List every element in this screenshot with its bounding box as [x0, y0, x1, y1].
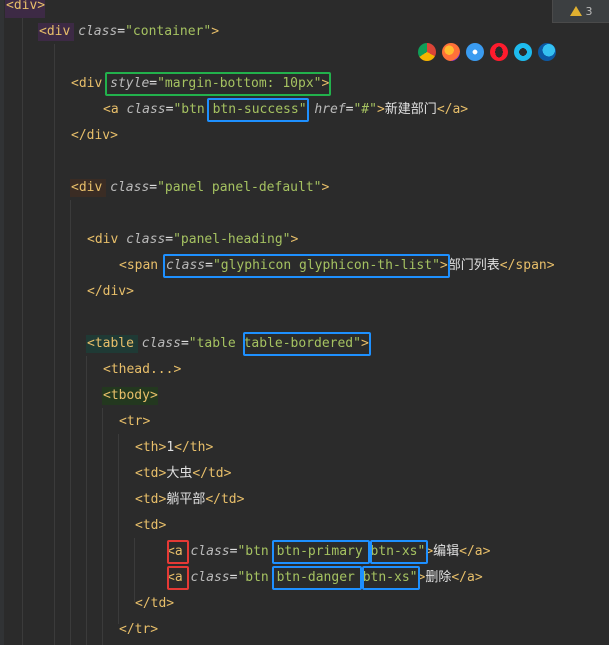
attr-value: "#" — [353, 102, 377, 117]
tag: <th> — [135, 440, 167, 455]
tag: <table — [87, 336, 142, 351]
attr-name: class — [182, 570, 230, 585]
attr-name: class — [110, 180, 150, 195]
tag: > — [321, 180, 330, 195]
attr-value: "panel panel-default" — [157, 180, 322, 195]
ie-icon[interactable] — [514, 43, 532, 61]
code-line-21[interactable]: </tr> — [119, 617, 158, 643]
tag: </a> — [451, 570, 483, 585]
annotation-box-btn-xs — [370, 540, 428, 564]
code-line-17[interactable]: <td> — [135, 513, 166, 539]
indent-guide — [102, 408, 103, 645]
tag: > — [211, 24, 220, 39]
attr-value: "btn — [237, 544, 277, 559]
tag: </tr> — [119, 622, 159, 637]
firefox-icon[interactable] — [442, 43, 460, 61]
text-content: 大虫 — [166, 466, 193, 481]
tag: <span — [119, 258, 166, 273]
tag: <a — [103, 102, 127, 117]
code-line-16[interactable]: <td>躺平部</td> — [135, 487, 244, 513]
tag: </a> — [459, 544, 491, 559]
tag: </th> — [174, 440, 214, 455]
annotation-box-a-tag — [167, 566, 189, 590]
indent-guide — [22, 18, 23, 645]
code-line-1[interactable]: <div> — [6, 0, 45, 19]
indent-guide — [86, 356, 87, 645]
equals: = — [180, 336, 189, 351]
attr-name: href — [306, 102, 346, 117]
equals: = — [117, 24, 126, 39]
editor-gutter — [0, 0, 4, 645]
annotation-box-btn-xs — [362, 566, 420, 590]
tag: <tr> — [119, 414, 151, 429]
tag: </td> — [135, 596, 175, 611]
text-content: 编辑 — [433, 544, 460, 559]
tag: <td> — [135, 492, 167, 507]
tag: > — [376, 102, 385, 117]
code-line-14[interactable]: <th>1</th> — [135, 435, 213, 461]
warnings-indicator[interactable]: 3 — [552, 0, 609, 23]
tag: <div — [87, 232, 127, 247]
text-content: 躺平部 — [166, 492, 206, 507]
tag: </td> — [192, 466, 232, 481]
annotation-box-a-tag — [167, 540, 189, 564]
annotation-box-glyphicon — [163, 254, 450, 278]
browser-preview-bar — [418, 41, 556, 63]
edge-icon[interactable] — [538, 43, 556, 61]
annotation-box-table-bordered — [243, 332, 371, 356]
tag: <div — [71, 180, 111, 195]
warnings-count: 3 — [585, 4, 593, 18]
text-content: 部门列表 — [447, 258, 500, 273]
safari-icon[interactable] — [466, 43, 484, 61]
tag: </span> — [499, 258, 555, 273]
tag: > — [290, 232, 299, 247]
attr-name: class — [78, 24, 118, 39]
attr-value: "table — [188, 336, 244, 351]
attr-name: class — [141, 336, 181, 351]
chrome-icon[interactable] — [418, 43, 436, 61]
warning-icon — [569, 6, 582, 16]
annotation-box-btn-success — [207, 98, 309, 122]
folded-tag[interactable]: <thead...> — [103, 362, 181, 377]
attr-value: "panel-heading" — [173, 232, 291, 247]
indent-guide — [70, 200, 71, 645]
tag: </td> — [205, 492, 245, 507]
attr-value: "btn — [237, 570, 277, 585]
indent-guide — [54, 44, 55, 645]
attr-value: "container" — [125, 24, 212, 39]
code-line-2[interactable]: <div class="container"> — [39, 19, 219, 45]
attr-name: class — [126, 232, 166, 247]
annotation-box-btn-primary — [272, 540, 370, 564]
tag: <div> — [6, 0, 46, 13]
indent-guide — [118, 434, 119, 624]
code-line-12[interactable]: <tbody> — [103, 383, 158, 409]
code-line-6[interactable]: <div class="panel panel-default"> — [71, 175, 329, 201]
tag: <td> — [135, 466, 167, 481]
text-content: 1 — [166, 440, 175, 455]
opera-icon[interactable] — [490, 43, 508, 61]
code-line-15[interactable]: <td>大虫</td> — [135, 461, 231, 487]
annotation-box-style — [105, 72, 331, 96]
equals: = — [149, 180, 158, 195]
code-line-9[interactable]: </div> — [87, 279, 134, 305]
code-line-20[interactable]: </td> — [135, 591, 174, 617]
code-line-13[interactable]: <tr> — [119, 409, 150, 435]
attr-name: class — [182, 544, 230, 559]
code-line-7[interactable]: <div class="panel-heading"> — [87, 227, 298, 253]
tag: <td> — [135, 518, 167, 533]
equals: = — [165, 232, 174, 247]
text-content: 删除 — [425, 570, 452, 585]
tag: </div> — [71, 128, 118, 143]
tag: <div — [39, 24, 79, 39]
tag: </div> — [87, 284, 134, 299]
code-line-11[interactable]: <thead...> — [103, 357, 181, 383]
text-content: 新建部门 — [384, 102, 437, 117]
code-line-5[interactable]: </div> — [71, 123, 118, 149]
tag: </a> — [436, 102, 469, 117]
tag: <tbody> — [103, 388, 158, 403]
attr-name: class — [126, 102, 166, 117]
annotation-box-btn-danger — [272, 566, 362, 590]
